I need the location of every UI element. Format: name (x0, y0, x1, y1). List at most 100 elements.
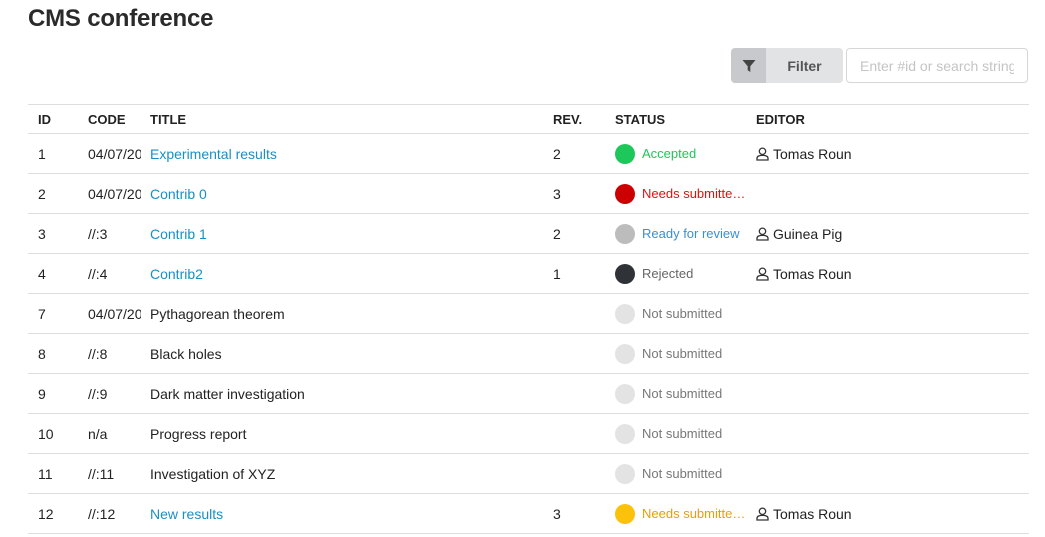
row-code: n/a (88, 425, 108, 442)
row-title-link[interactable]: Contrib2 (150, 254, 550, 293)
filter-button-label[interactable]: Filter (766, 48, 843, 83)
row-status: Rejected (615, 254, 750, 293)
row-revision (553, 294, 613, 333)
status-dot-icon (615, 183, 635, 204)
row-code: //:12 (88, 505, 116, 522)
row-title-link[interactable]: New results (150, 494, 550, 533)
row-status: Not submitted (615, 374, 750, 413)
column-header-status[interactable]: STATUS (615, 105, 750, 133)
status-dot-icon (615, 423, 635, 444)
row-code: //:8 (88, 345, 108, 362)
editor-name: Guinea Pig (773, 225, 843, 242)
editor-name: Tomas Roun (773, 265, 852, 282)
row-revision (553, 374, 613, 413)
editor-name: Tomas Roun (773, 505, 852, 522)
row-code: //:9 (88, 385, 108, 402)
row-title-link[interactable]: Contrib 0 (150, 174, 550, 213)
status-label: Not submitted (642, 426, 723, 441)
row-status: Ready for review (615, 214, 750, 253)
status-label: Not submitted (642, 346, 723, 361)
user-icon (756, 146, 769, 161)
row-revision (553, 454, 613, 493)
table-row[interactable]: 11 //:11 Investigation of XYZ Not submitted (28, 454, 1029, 494)
row-editor: Tomas Roun (756, 494, 956, 533)
status-dot-icon (615, 263, 635, 284)
filter-funnel-icon[interactable] (731, 48, 766, 83)
row-title: Investigation of XYZ (150, 465, 276, 482)
status-label: Rejected (642, 266, 694, 281)
row-id: 3 (38, 225, 46, 242)
row-code: //:3 (88, 225, 108, 242)
row-title-link[interactable]: Experimental results (150, 134, 550, 173)
row-id: 4 (38, 265, 46, 282)
row-title: Pythagorean theorem (150, 305, 285, 322)
row-editor: Tomas Roun (756, 254, 956, 293)
row-id: 8 (38, 345, 46, 362)
row-revision: 2 (553, 225, 561, 242)
row-status: Not submitted (615, 414, 750, 453)
filter-button[interactable]: Filter (731, 48, 843, 83)
status-dot-icon (615, 143, 635, 164)
status-label: Ready for review (642, 226, 740, 241)
row-status: Accepted (615, 134, 750, 173)
status-dot-icon (615, 503, 635, 524)
row-code: //:4 (88, 265, 108, 282)
user-icon (756, 506, 769, 521)
row-id: 11 (38, 465, 53, 482)
page-title: CMS conference (28, 5, 214, 32)
table-row[interactable]: 8 //:8 Black holes Not submitted (28, 334, 1029, 374)
status-dot-icon (615, 383, 635, 404)
status-label: Accepted (642, 146, 697, 161)
row-title: Dark matter investigation (150, 385, 305, 402)
table-row[interactable]: 9 //:9 Dark matter investigation Not submit… (28, 374, 1029, 414)
user-icon (756, 266, 769, 281)
status-dot-icon (615, 223, 635, 244)
table-row[interactable]: 10 n/a Progress report Not submitted (28, 414, 1029, 454)
row-title: Progress report (150, 425, 247, 442)
column-header-id[interactable]: ID (38, 105, 83, 133)
row-revision: 2 (553, 145, 561, 162)
row-id: 7 (38, 305, 46, 322)
status-dot-icon (615, 303, 635, 324)
status-dot-icon (615, 463, 635, 484)
row-revision (553, 334, 613, 373)
row-revision: 3 (553, 505, 561, 522)
editor-name: Tomas Roun (773, 145, 852, 162)
user-icon (756, 226, 769, 241)
search-input[interactable] (846, 48, 1028, 83)
row-revision: 3 (553, 185, 561, 202)
status-label: Not submitted (642, 386, 723, 401)
table-header-row: ID CODE TITLE REV. STATUS EDITOR (28, 104, 1029, 134)
status-label: Needs submitter confirmation (642, 506, 747, 521)
row-id: 9 (38, 385, 46, 402)
row-status: Needs submitter changes (615, 174, 750, 213)
row-code: //:11 (88, 465, 115, 482)
table-row[interactable]: 3 //:3 Contrib 1 2 Ready for review Guinea Pi… (28, 214, 1029, 254)
row-editor: Tomas Roun (756, 134, 956, 173)
toolbar: Filter (731, 48, 1028, 84)
table-row[interactable]: 2 04/07/20 Contrib 03 Needs submitter chang… (28, 174, 1029, 214)
column-header-title[interactable]: TITLE (150, 105, 550, 133)
row-id: 12 (38, 505, 54, 522)
table-row[interactable]: 1 04/07/20 Experimental results 2 Accepted To… (28, 134, 1029, 174)
status-label: Not submitted (642, 306, 723, 321)
row-editor: Guinea Pig (756, 214, 956, 253)
column-header-code[interactable]: CODE (88, 105, 141, 133)
table-row[interactable]: 4 //:4 Contrib2 1 Rejected Tomas Roun (28, 254, 1029, 294)
table-row[interactable]: 12 //:12 New results3 Needs submitter confi… (28, 494, 1029, 534)
row-status: Not submitted (615, 454, 750, 493)
row-title-link[interactable]: Contrib 1 (150, 214, 550, 253)
row-revision: 1 (553, 265, 561, 282)
row-id: 2 (38, 185, 46, 202)
row-title: Black holes (150, 345, 222, 362)
table-row[interactable]: 7 04/07/20 Pythagorean theorem Not submitte… (28, 294, 1029, 334)
row-code: 04/07/20 (88, 305, 141, 322)
column-header-rev[interactable]: REV. (553, 105, 613, 133)
column-header-editor[interactable]: EDITOR (756, 105, 956, 133)
row-status: Needs submitter confirmation (615, 494, 750, 533)
status-label: Needs submitter changes (642, 186, 747, 201)
row-status: Not submitted (615, 334, 750, 373)
row-status: Not submitted (615, 294, 750, 333)
row-id: 1 (38, 145, 46, 162)
row-code: 04/07/20 (88, 185, 141, 202)
